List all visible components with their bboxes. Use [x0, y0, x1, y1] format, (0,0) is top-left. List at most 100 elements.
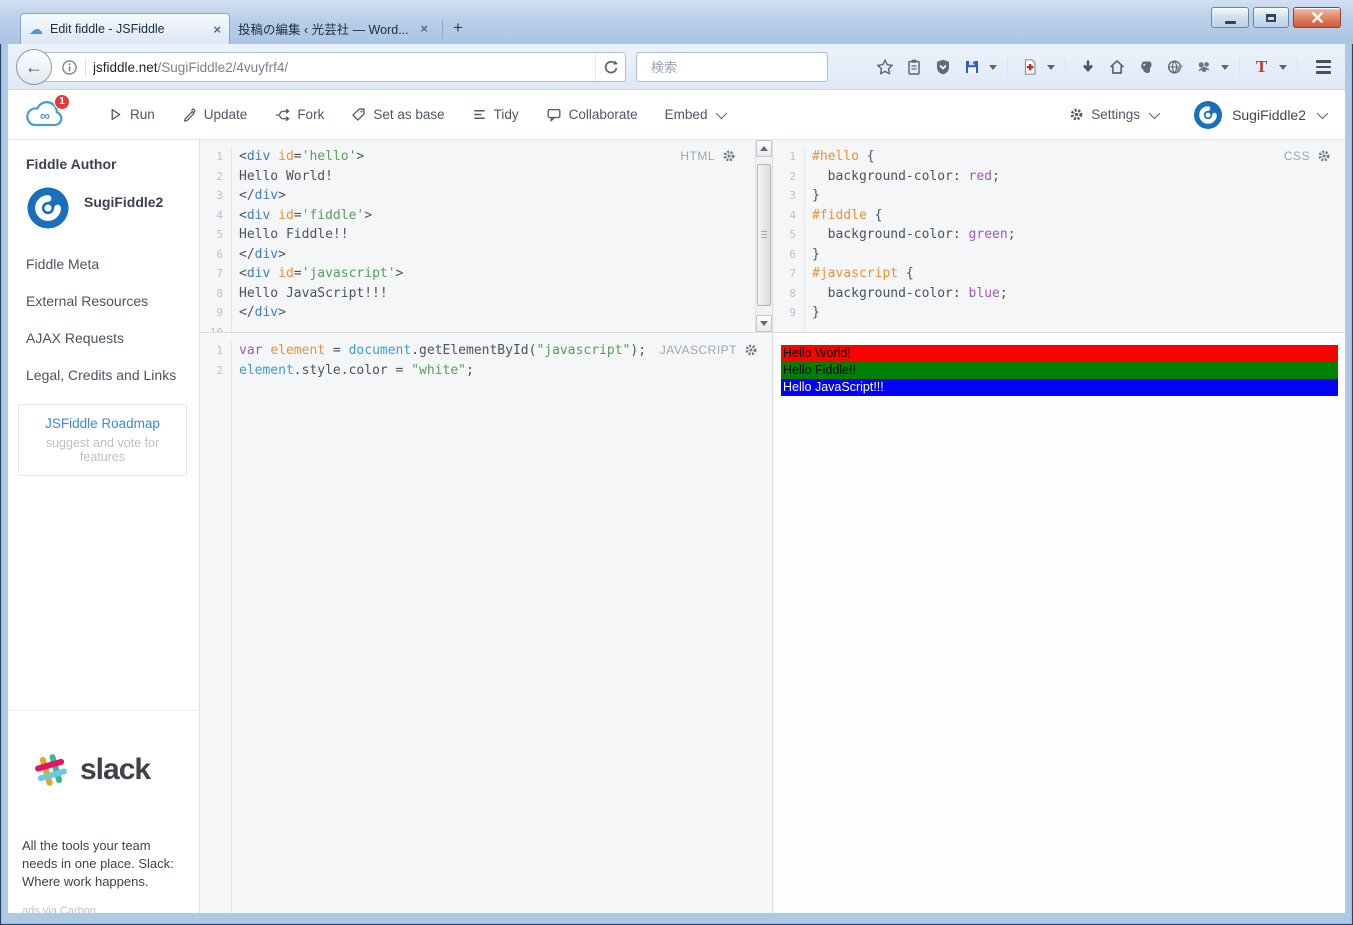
jsfiddle-logo-icon[interactable]: ∞ 1	[22, 93, 70, 132]
search-bar[interactable]	[636, 52, 828, 82]
line-number: 1	[216, 150, 223, 163]
result-row: Hello Fiddle!!	[781, 362, 1338, 379]
css-code-editor[interactable]: 1 2 3 4 5 6 7 8 9 #hello { background-color: red…	[773, 140, 1345, 332]
save-floppy-icon[interactable]	[957, 52, 986, 82]
code-line[interactable]: <div id='javascript'>	[239, 264, 403, 284]
site-info-icon[interactable]	[61, 59, 78, 76]
sidebar-link[interactable]: AJAX Requests	[26, 330, 199, 346]
tab-close-icon[interactable]: ×	[213, 23, 221, 36]
tidy-button[interactable]: Tidy	[472, 107, 519, 122]
code-line[interactable]: background-color: green;	[812, 225, 1016, 245]
add-document-icon[interactable]	[1015, 52, 1044, 82]
code-line[interactable]: </div>	[239, 303, 403, 323]
tab-jsfiddle[interactable]: ☁ Edit fiddle - JSFiddle ×	[20, 13, 230, 44]
roadmap-link[interactable]: JSFiddle Roadmap	[25, 416, 180, 431]
html-code-editor[interactable]: 1 2 3 4 5 6 7 8 9 10 <div id='hello'> Hello World!…	[200, 140, 772, 332]
add-document-caret[interactable]	[1044, 52, 1058, 82]
scroll-up-button[interactable]	[756, 140, 772, 157]
text-tool-caret[interactable]	[1276, 52, 1290, 82]
evernote-icon[interactable]	[1131, 52, 1160, 82]
text-tool-icon[interactable]: T	[1247, 52, 1276, 82]
url-bar[interactable]: jsfiddle.net/SugiFiddle2/4vuyfrf4/	[34, 52, 626, 82]
line-number: 2	[789, 169, 796, 183]
reload-button[interactable]	[595, 53, 625, 81]
tab-wordpress[interactable]: 投稿の編集 ‹ 光芸社 — Word... ×	[230, 13, 436, 44]
code-line[interactable]: Hello Fiddle!!	[239, 225, 403, 245]
set-as-base-button[interactable]: Set as base	[351, 107, 445, 122]
line-number: 1	[789, 150, 796, 163]
svg-text:∞: ∞	[40, 107, 50, 123]
ad-via-label[interactable]: ads via Carbon	[22, 905, 184, 913]
code-lines[interactable]: var element = document.getElementById("j…	[232, 341, 646, 913]
code-line[interactable]: </div>	[239, 186, 403, 206]
bookmark-star-icon[interactable]	[870, 52, 899, 82]
line-number: 8	[216, 286, 223, 300]
js-code-editor[interactable]: 12 var element = document.getElementById…	[200, 334, 772, 913]
author-avatar[interactable]	[26, 186, 70, 230]
code-line[interactable]	[239, 323, 403, 333]
scroll-thumb[interactable]	[757, 164, 771, 306]
html-panel-scrollbar[interactable]	[755, 140, 772, 332]
code-line[interactable]: element.style.color = "white";	[239, 361, 646, 381]
home-icon[interactable]	[1102, 52, 1131, 82]
run-button[interactable]: Run	[108, 107, 155, 122]
user-menu[interactable]: SugiFiddle2	[1193, 100, 1329, 130]
bookmarks-clipboard-icon[interactable]	[899, 52, 928, 82]
sidebar-link[interactable]: Fiddle Meta	[26, 256, 199, 272]
update-button[interactable]: Update	[182, 107, 247, 122]
code-line[interactable]: <div id='hello'>	[239, 147, 403, 167]
html-editor-panel[interactable]: HTML 1 2 3 4 5 6 7 8 9 10 <div id='hello'> Hello W…	[200, 140, 772, 333]
code-line[interactable]: <div id='fiddle'>	[239, 206, 403, 226]
download-icon[interactable]	[1073, 52, 1102, 82]
line-number: 3	[789, 189, 796, 202]
new-tab-button[interactable]: +	[449, 18, 473, 44]
globe-edit-icon[interactable]	[1160, 52, 1189, 82]
js-editor-panel[interactable]: JAVASCRIPT 12 var element = document.get…	[200, 334, 772, 913]
save-dropdown-caret[interactable]	[986, 52, 1000, 82]
code-line[interactable]: }	[812, 303, 1016, 323]
back-button[interactable]: ←	[16, 49, 52, 85]
gear-icon[interactable]	[722, 149, 736, 163]
code-line[interactable]: </div>	[239, 245, 403, 265]
scroll-down-button[interactable]	[756, 315, 772, 332]
gear-icon[interactable]	[744, 343, 758, 357]
menu-icon[interactable]	[1305, 52, 1341, 82]
code-line[interactable]: }	[812, 245, 1016, 265]
line-number-gutter: 12	[200, 341, 232, 913]
settings-button[interactable]: Settings	[1069, 107, 1161, 122]
line-number: 8	[789, 286, 796, 300]
sidebar-link[interactable]: External Resources	[26, 293, 199, 309]
search-input[interactable]	[651, 59, 827, 75]
code-lines[interactable]: #hello { background-color: red;} #fiddle …	[805, 147, 1016, 332]
code-line[interactable]: Hello JavaScript!!!	[239, 284, 403, 304]
code-line[interactable]: background-color: red;	[812, 167, 1016, 187]
close-button[interactable]	[1293, 7, 1341, 28]
js-panel-label: JAVASCRIPT	[660, 343, 758, 357]
tab-close-icon[interactable]: ×	[420, 22, 428, 35]
css-editor-panel[interactable]: CSS 1 2 3 4 5 6 7 8 9 #hello { background-color:…	[773, 140, 1345, 333]
url-text[interactable]: jsfiddle.net/SugiFiddle2/4vuyfrf4/	[93, 60, 595, 75]
result-row: Hello World!	[781, 345, 1338, 362]
carbon-ad[interactable]: slack All the tools your team needs in o…	[8, 710, 198, 913]
code-line[interactable]: }	[812, 186, 1016, 206]
code-line[interactable]: #fiddle {	[812, 206, 1016, 226]
code-line[interactable]: Hello World!	[239, 167, 403, 187]
code-line[interactable]: background-color: blue;	[812, 284, 1016, 304]
code-lines[interactable]: <div id='hello'> Hello World! </div> <div i…	[232, 147, 403, 332]
collaborate-button[interactable]: Collaborate	[546, 107, 638, 122]
code-line[interactable]: #javascript {	[812, 264, 1016, 284]
fork-button[interactable]: Fork	[274, 107, 324, 122]
extension-icon[interactable]	[1189, 52, 1218, 82]
maximize-button[interactable]	[1253, 7, 1289, 28]
panel-divider[interactable]	[772, 140, 773, 913]
code-line[interactable]: #hello {	[812, 147, 1016, 167]
embed-button[interactable]: Embed	[665, 107, 728, 122]
code-line[interactable]: var element = document.getElementById("j…	[239, 341, 646, 361]
minimize-button[interactable]	[1211, 7, 1249, 28]
shield-icon[interactable]	[928, 52, 957, 82]
gear-icon[interactable]	[1317, 149, 1331, 163]
line-number: 5	[789, 228, 796, 241]
extension-caret[interactable]	[1218, 52, 1232, 82]
sidebar-link[interactable]: Legal, Credits and Links	[26, 367, 199, 383]
sidebar-links: Fiddle Meta External Resources AJAX Reques…	[8, 230, 199, 383]
